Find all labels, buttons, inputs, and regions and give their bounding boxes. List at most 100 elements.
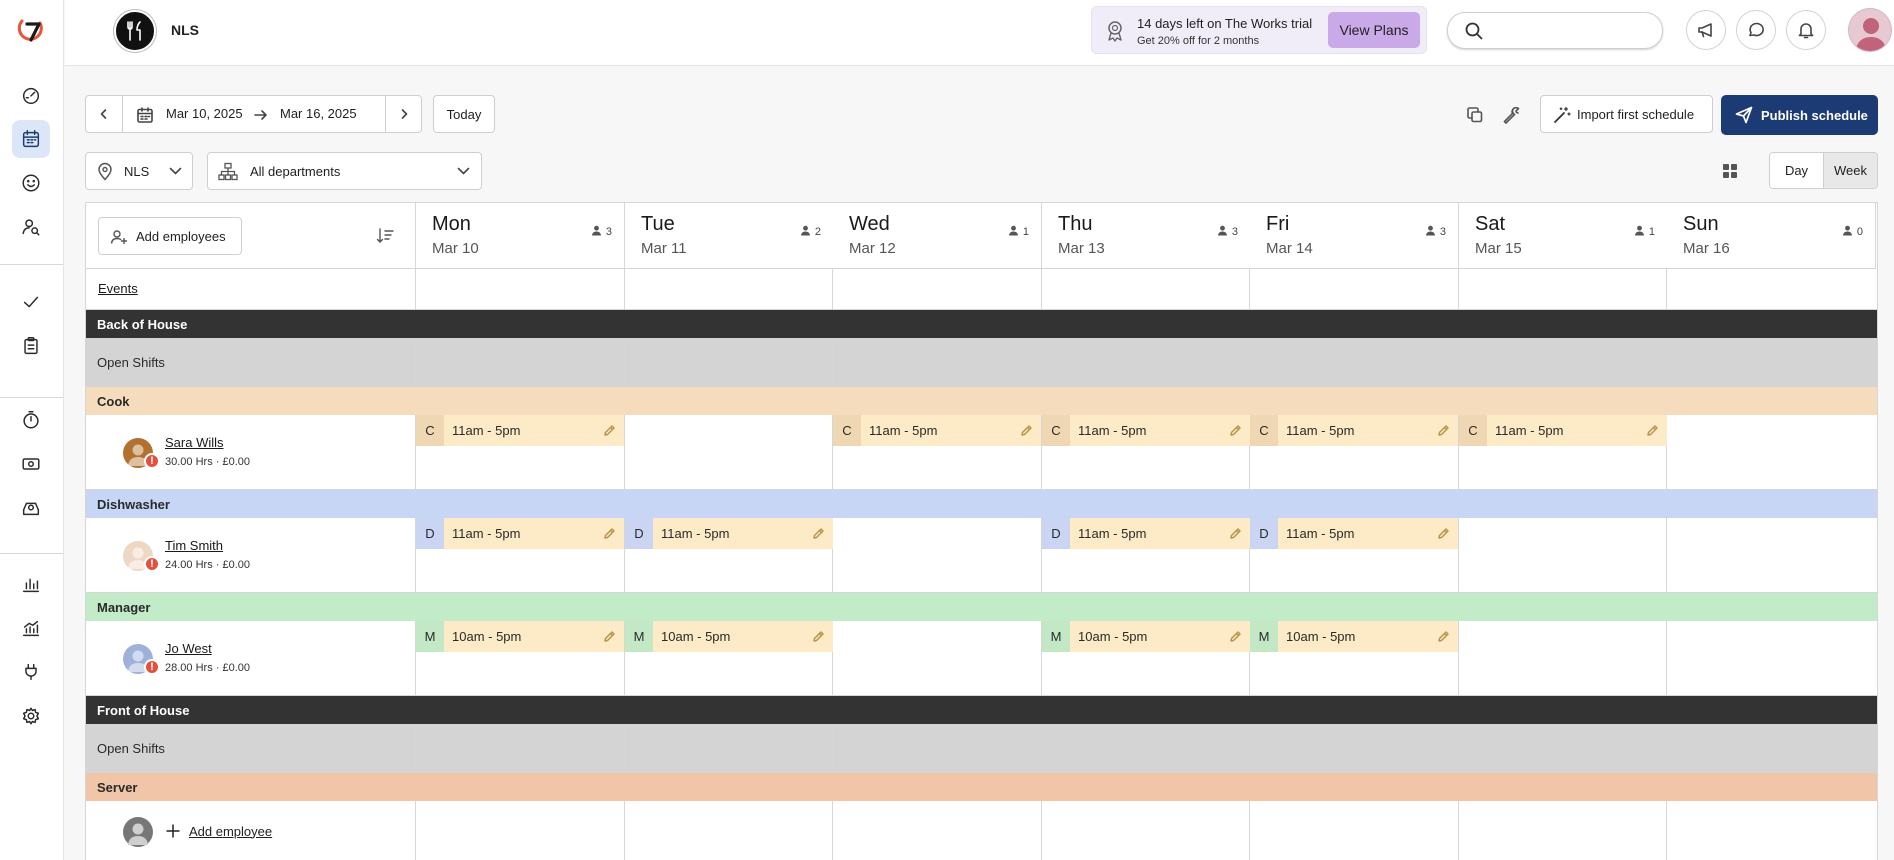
shift-block[interactable]: C 11am - 5pm — [1250, 415, 1458, 446]
day-header[interactable]: Wed Mar 12 1 — [833, 203, 1042, 269]
wrench-tools-icon[interactable] — [1501, 104, 1523, 126]
shift-block[interactable]: C 11am - 5pm — [833, 415, 1041, 446]
view-plans-button[interactable]: View Plans — [1328, 12, 1420, 48]
user-avatar[interactable] — [1848, 8, 1892, 52]
role-code: C — [833, 415, 861, 446]
publish-schedule-button[interactable]: Publish schedule — [1721, 95, 1878, 135]
chevron-left-icon — [100, 109, 107, 119]
shift-block[interactable]: D 11am - 5pm — [1042, 518, 1250, 549]
checkmark-icon[interactable] — [12, 283, 50, 321]
arrow-right-icon — [254, 110, 267, 120]
app-logo-icon[interactable] — [14, 14, 48, 48]
day-header[interactable]: Mon Mar 10 3 — [416, 203, 625, 269]
week-view-button[interactable]: Week — [1823, 153, 1877, 188]
pencil-edit-icon[interactable] — [807, 523, 829, 545]
shift-block[interactable]: M 10am - 5pm — [625, 621, 833, 652]
department-header[interactable]: Front of House — [86, 696, 1877, 724]
bar-chart-icon[interactable] — [12, 565, 50, 603]
stopwatch-icon[interactable] — [12, 401, 50, 439]
today-button[interactable]: Today — [433, 95, 495, 133]
sort-icon[interactable] — [376, 227, 394, 245]
pencil-edit-icon[interactable] — [807, 626, 829, 648]
search-input[interactable] — [1492, 19, 1652, 43]
pencil-edit-icon[interactable] — [1432, 523, 1454, 545]
shift-block[interactable]: M 10am - 5pm — [1250, 621, 1458, 652]
pencil-edit-icon[interactable] — [1224, 420, 1246, 442]
pencil-edit-icon[interactable] — [1432, 626, 1454, 648]
pencil-edit-icon[interactable] — [1015, 420, 1037, 442]
team-search-icon[interactable] — [12, 208, 50, 246]
open-shifts-row[interactable]: Open Shifts — [86, 724, 1877, 773]
copy-icon[interactable] — [1464, 104, 1486, 126]
shift-block[interactable]: D 11am - 5pm — [625, 518, 833, 549]
day-header[interactable]: Sun Mar 16 0 — [1667, 203, 1876, 269]
cash-icon[interactable] — [12, 445, 50, 483]
department-select[interactable]: All departments — [207, 152, 482, 190]
add-employee-label: Add employee — [189, 823, 273, 839]
end-date[interactable]: Mar 16, 2025 — [280, 106, 357, 121]
schedule-calendar-icon[interactable] — [12, 120, 50, 158]
add-employees-button[interactable]: Add employees — [98, 217, 242, 255]
grid-view-icon[interactable] — [1719, 160, 1741, 182]
events-link[interactable]: Events — [98, 281, 138, 296]
search-icon — [1465, 22, 1483, 40]
pencil-edit-icon[interactable] — [598, 420, 620, 442]
employee-name[interactable]: Jo West — [165, 641, 212, 656]
warning-alert-icon[interactable]: ! — [144, 659, 160, 675]
start-date[interactable]: Mar 10, 2025 — [166, 106, 243, 121]
pencil-edit-icon[interactable] — [598, 626, 620, 648]
shift-block[interactable]: C 11am - 5pm — [416, 415, 624, 446]
warning-alert-icon[interactable]: ! — [144, 453, 160, 469]
employee-name[interactable]: Sara Wills — [165, 435, 224, 450]
shift-block[interactable]: C 11am - 5pm — [1042, 415, 1250, 446]
role-code: D — [625, 518, 653, 549]
scheduled-count: 3 — [591, 225, 612, 239]
pencil-edit-icon[interactable] — [1641, 420, 1663, 442]
previous-week-button[interactable] — [86, 96, 122, 132]
next-week-button[interactable] — [386, 96, 422, 132]
settings-gear-icon[interactable] — [12, 697, 50, 735]
announcements-button[interactable] — [1686, 10, 1726, 50]
location-select[interactable]: NLS — [85, 152, 193, 190]
location-pin-icon — [98, 162, 112, 181]
warning-alert-icon[interactable]: ! — [144, 556, 160, 572]
plug-icon[interactable] — [12, 653, 50, 691]
sidebar — [0, 0, 64, 860]
add-employee-link[interactable]: Add employee — [165, 823, 272, 839]
pencil-edit-icon[interactable] — [1224, 626, 1246, 648]
day-header[interactable]: Tue Mar 11 2 — [625, 203, 834, 269]
pencil-edit-icon[interactable] — [598, 523, 620, 545]
shift-block[interactable]: C 11am - 5pm — [1459, 415, 1667, 446]
search-box — [1447, 12, 1663, 49]
day-header[interactable]: Sat Mar 15 1 — [1459, 203, 1668, 269]
scheduled-count: 3 — [1425, 225, 1446, 239]
shift-time: 11am - 5pm — [1495, 423, 1564, 438]
shift-block[interactable]: D 11am - 5pm — [1250, 518, 1458, 549]
trend-chart-icon[interactable] — [12, 609, 50, 647]
notifications-button[interactable] — [1786, 10, 1826, 50]
department-header[interactable]: Back of House — [86, 310, 1877, 338]
dashboard-icon[interactable] — [12, 76, 50, 114]
shift-block[interactable]: M 10am - 5pm — [416, 621, 624, 652]
shift-time: 10am - 5pm — [452, 629, 522, 644]
role-header: Dishwasher — [86, 490, 1877, 518]
view-toggle: Day Week — [1769, 152, 1878, 189]
shift-block[interactable]: D 11am - 5pm — [416, 518, 624, 549]
shift-block[interactable]: M 10am - 5pm — [1042, 621, 1250, 652]
day-header[interactable]: Fri Mar 14 3 — [1250, 203, 1459, 269]
shift-time: 11am - 5pm — [1286, 526, 1355, 541]
day-view-button[interactable]: Day — [1770, 153, 1823, 188]
bell-icon — [1798, 23, 1814, 39]
employee-name[interactable]: Tim Smith — [165, 538, 223, 553]
brand-logo-icon[interactable] — [114, 10, 156, 52]
open-shifts-row[interactable]: Open Shifts — [86, 338, 1877, 387]
import-schedule-button[interactable]: Import first schedule — [1540, 95, 1713, 133]
day-header[interactable]: Thu Mar 13 3 — [1042, 203, 1251, 269]
money-tray-icon[interactable] — [12, 489, 50, 527]
pencil-edit-icon[interactable] — [1224, 523, 1246, 545]
smiley-face-icon[interactable] — [12, 164, 50, 202]
day-name: Tue — [641, 213, 675, 235]
clipboard-icon[interactable] — [12, 327, 50, 365]
pencil-edit-icon[interactable] — [1432, 420, 1454, 442]
messages-button[interactable] — [1736, 10, 1776, 50]
